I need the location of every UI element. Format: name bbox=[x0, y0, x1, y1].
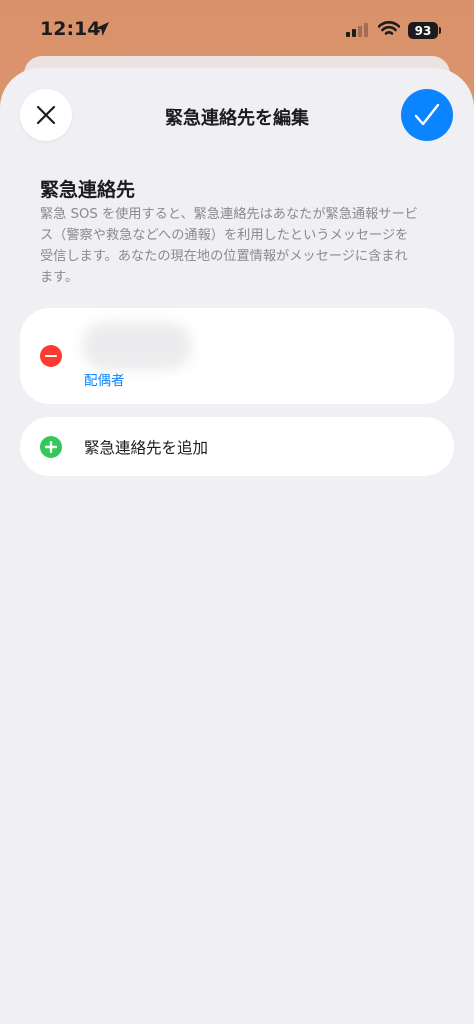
add-emergency-contact-button[interactable]: 緊急連絡先を追加 bbox=[20, 417, 454, 476]
battery-tip bbox=[439, 27, 441, 34]
status-time: 12:14 bbox=[40, 18, 101, 40]
section-title: 緊急連絡先 bbox=[40, 179, 136, 201]
plus-icon bbox=[40, 436, 62, 458]
remove-contact-button[interactable] bbox=[40, 345, 62, 367]
contact-name-redacted bbox=[82, 322, 192, 370]
wifi-icon bbox=[378, 21, 400, 35]
cellular-signal-icon bbox=[346, 23, 368, 37]
location-arrow-icon bbox=[95, 22, 109, 36]
contact-relation: 配偶者 bbox=[84, 373, 125, 389]
add-contact-label: 緊急連絡先を追加 bbox=[84, 439, 209, 457]
contact-row[interactable]: 配偶者 bbox=[20, 308, 454, 404]
battery-level: 93 bbox=[414, 23, 432, 38]
section-description: 緊急 SOS を使用すると、緊急連絡先はあなたが緊急通報サービス（警察や救急など… bbox=[40, 207, 418, 285]
done-button[interactable] bbox=[401, 89, 453, 141]
battery-icon: 93 bbox=[408, 22, 438, 39]
status-bar: 12:14 93 bbox=[0, 0, 474, 64]
checkmark-icon bbox=[414, 103, 440, 126]
minus-icon bbox=[45, 354, 57, 358]
